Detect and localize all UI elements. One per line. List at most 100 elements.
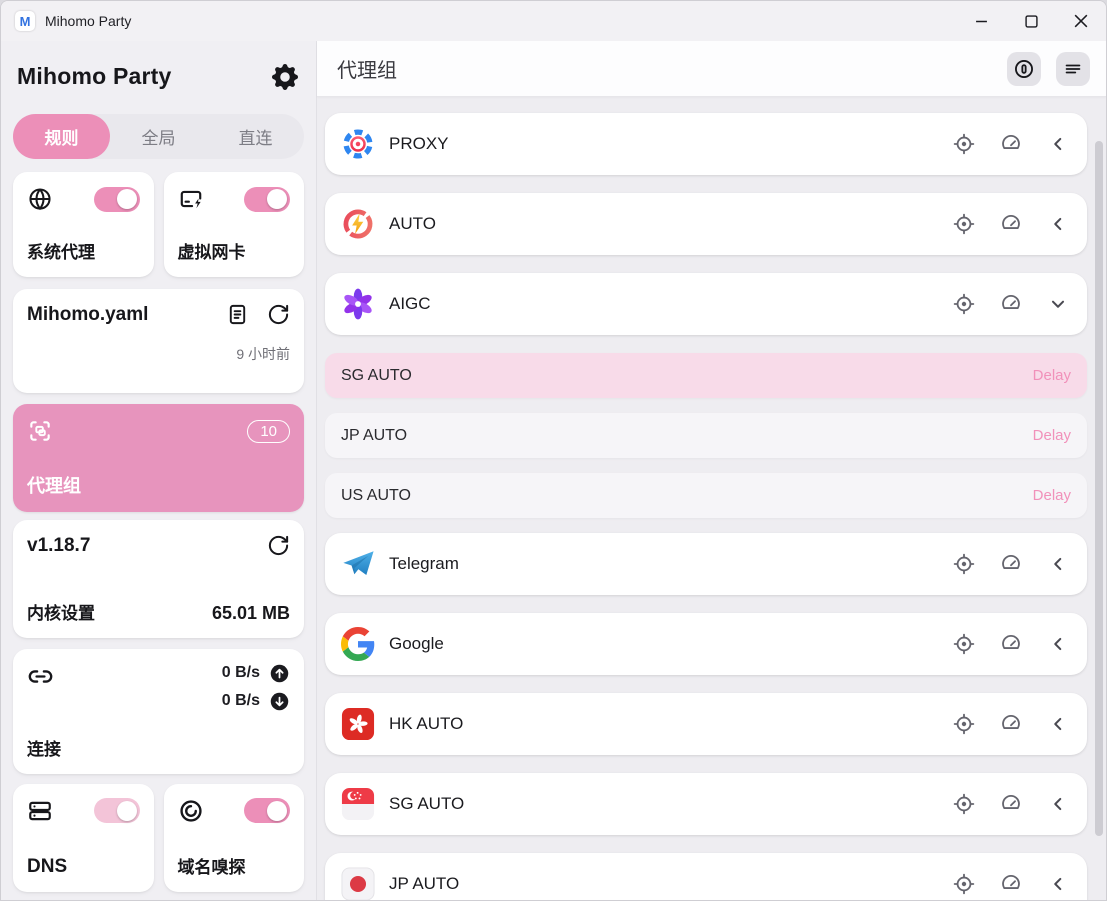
group-row-sg-auto[interactable]: SG AUTO (325, 773, 1087, 835)
proxy-wheel-icon (341, 127, 375, 161)
profile-refresh-icon[interactable] (267, 303, 290, 326)
tun-card[interactable]: 虚拟网卡 (164, 172, 305, 277)
core-settings-label: 内核设置 (27, 599, 95, 624)
auto-bolt-icon (341, 207, 375, 241)
locate-icon[interactable] (953, 553, 975, 575)
dns-toggle[interactable] (94, 798, 140, 823)
group-row-google[interactable]: Google (325, 613, 1087, 675)
profile-updated-time: 9 小时前 (27, 344, 290, 364)
speedtest-icon[interactable] (1000, 873, 1022, 895)
group-row-telegram[interactable]: Telegram (325, 533, 1087, 595)
proxy-item-jp-auto[interactable]: JP AUTO Delay (325, 413, 1087, 458)
main-header: 代理组 (317, 41, 1106, 97)
locate-icon[interactable] (953, 713, 975, 735)
dns-card[interactable]: DNS (13, 784, 154, 892)
speedtest-icon[interactable] (1000, 633, 1022, 655)
chevron-left-icon[interactable] (1047, 213, 1069, 235)
proxy-name: US AUTO (341, 487, 411, 505)
chevron-left-icon[interactable] (1047, 713, 1069, 735)
tab-global-mode[interactable]: 全局 (110, 114, 207, 159)
group-name: Telegram (389, 554, 459, 574)
system-proxy-toggle[interactable] (94, 187, 140, 212)
tab-rule-mode[interactable]: 规则 (13, 114, 110, 159)
proxy-groups-icon (27, 418, 53, 444)
system-proxy-card[interactable]: 系统代理 (13, 172, 154, 277)
core-version: v1.18.7 (27, 535, 90, 557)
delay-label[interactable]: Delay (1033, 427, 1071, 444)
chevron-left-icon[interactable] (1047, 793, 1069, 815)
locate-icon[interactable] (953, 633, 975, 655)
locate-icon[interactable] (953, 213, 975, 235)
profile-edit-icon[interactable] (226, 303, 249, 326)
locate-icon[interactable] (953, 133, 975, 155)
group-row-jp-auto[interactable]: JP AUTO (325, 853, 1087, 900)
proxy-groups-nav-card[interactable]: 10 代理组 (13, 404, 304, 512)
core-restart-icon[interactable] (267, 534, 290, 557)
minimize-button[interactable] (956, 1, 1006, 41)
settings-gear-icon[interactable] (272, 64, 298, 90)
proxy-name: JP AUTO (341, 427, 407, 445)
group-name: JP AUTO (389, 874, 459, 894)
close-button[interactable] (1056, 1, 1106, 41)
window-title: Mihomo Party (45, 13, 131, 29)
group-row-proxy[interactable]: PROXY (325, 113, 1087, 175)
upload-speed: 0 B/s (222, 664, 260, 682)
app-window: M Mihomo Party Mihomo Party 规则 全局 直连 (0, 0, 1107, 901)
group-name: HK AUTO (389, 714, 463, 734)
tun-toggle[interactable] (244, 187, 290, 212)
group-name: SG AUTO (389, 794, 464, 814)
core-memory-usage: 65.01 MB (212, 603, 290, 624)
connections-label: 连接 (27, 735, 290, 760)
speedtest-icon[interactable] (1000, 713, 1022, 735)
dns-server-icon (27, 798, 53, 824)
chevron-left-icon[interactable] (1047, 633, 1069, 655)
proxy-item-sg-auto[interactable]: SG AUTO Delay (325, 353, 1087, 398)
speedtest-icon[interactable] (1000, 553, 1022, 575)
group-row-aigc[interactable]: AIGC (325, 273, 1087, 335)
google-icon (341, 627, 375, 661)
scrollbar-thumb[interactable] (1095, 141, 1103, 836)
speedtest-icon[interactable] (1000, 793, 1022, 815)
link-icon (27, 663, 54, 690)
chevron-down-icon[interactable] (1047, 293, 1069, 315)
column-width-icon (1013, 58, 1035, 80)
proxy-groups-nav-label: 代理组 (27, 472, 290, 498)
proxy-item-us-auto[interactable]: US AUTO Delay (325, 473, 1087, 518)
sg-flag-icon (341, 787, 375, 821)
group-name: PROXY (389, 134, 449, 154)
chevron-left-icon[interactable] (1047, 553, 1069, 575)
speedtest-icon[interactable] (1000, 133, 1022, 155)
locate-icon[interactable] (953, 873, 975, 895)
sniffer-label: 域名嗅探 (178, 853, 291, 878)
tab-direct-mode[interactable]: 直连 (207, 114, 304, 159)
group-name: AIGC (389, 294, 431, 314)
delay-label[interactable]: Delay (1033, 367, 1071, 384)
speedtest-icon[interactable] (1000, 213, 1022, 235)
locate-icon[interactable] (953, 793, 975, 815)
download-speed: 0 B/s (222, 692, 260, 710)
sniffer-card[interactable]: 域名嗅探 (164, 784, 305, 892)
openai-icon (341, 287, 375, 321)
proxy-group-list: PROXY AUTO (317, 97, 1106, 900)
speedtest-icon[interactable] (1000, 293, 1022, 315)
connections-card[interactable]: 0 B/s 0 B/s 连接 (13, 649, 304, 774)
profile-name: Mihomo.yaml (27, 304, 148, 326)
maximize-button[interactable] (1006, 1, 1056, 41)
group-row-auto[interactable]: AUTO (325, 193, 1087, 255)
delay-label[interactable]: Delay (1033, 487, 1071, 504)
sniffer-toggle[interactable] (244, 798, 290, 823)
locate-icon[interactable] (953, 293, 975, 315)
dns-label: DNS (27, 856, 140, 878)
profile-card[interactable]: Mihomo.yaml 9 小时前 (13, 289, 304, 393)
app-title: Mihomo Party (17, 63, 171, 90)
group-name: Google (389, 634, 444, 654)
column-width-button[interactable] (1007, 52, 1041, 86)
detail-list-button[interactable] (1056, 52, 1090, 86)
upload-arrow-icon (269, 663, 290, 684)
group-row-hk-auto[interactable]: HK AUTO (325, 693, 1087, 755)
chevron-left-icon[interactable] (1047, 873, 1069, 895)
globe-icon (27, 186, 53, 212)
core-settings-card[interactable]: v1.18.7 内核设置 65.01 MB (13, 520, 304, 637)
chevron-left-icon[interactable] (1047, 133, 1069, 155)
proxy-name: SG AUTO (341, 367, 412, 385)
